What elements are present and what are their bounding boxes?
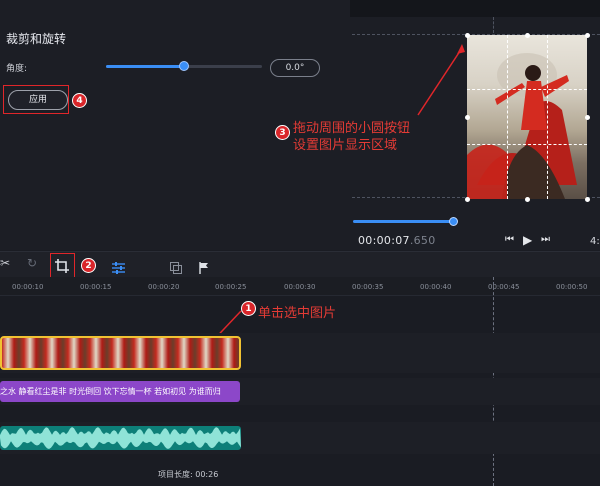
playback-progress[interactable]: [353, 220, 453, 223]
text-clip-label: 之水 静看红尘是非 时光倒回 饮下忘情一杯 若如初见 为谁而归: [0, 387, 221, 396]
adjust-icon[interactable]: [112, 259, 125, 278]
project-length-value: 00:26: [195, 470, 219, 479]
step-badge-2: 2: [81, 258, 96, 273]
step-badge-1: 1: [241, 301, 256, 316]
skip-back-icon[interactable]: ⏮: [505, 234, 514, 245]
ruler-tick: 00:00:10: [12, 283, 44, 291]
timecode-ms: .650: [409, 234, 436, 247]
ruler-tick: 00:00:50: [556, 283, 588, 291]
ruler-tick: 00:00:40: [420, 283, 452, 291]
playback-knob[interactable]: [449, 217, 458, 226]
crop-hint-line2: 设置图片显示区域: [293, 138, 398, 153]
crop-hint-text: 拖动周围的小圆按钮 设置图片显示区域: [293, 120, 410, 154]
audio-clip[interactable]: [0, 426, 241, 450]
redo-icon[interactable]: ↻: [27, 256, 37, 270]
duration-fragment: 4:: [590, 236, 600, 247]
image-clip[interactable]: [0, 336, 241, 370]
play-icon[interactable]: ▶: [523, 233, 532, 247]
ruler-tick: 00:00:15: [80, 283, 112, 291]
select-image-hint: 单击选中图片: [258, 306, 337, 321]
ruler-tick: 00:00:30: [284, 283, 316, 291]
crop-icon[interactable]: [55, 258, 69, 277]
crop-hint-line1: 拖动周围的小圆按钮: [293, 121, 411, 136]
ruler-tick: 00:00:25: [215, 283, 247, 291]
scissors-icon[interactable]: ✂: [0, 256, 10, 270]
ruler-tick: 00:00:35: [352, 283, 384, 291]
timecode-main: 00:00:07: [358, 234, 410, 247]
timecode: 00:00:07.650: [358, 234, 436, 247]
flag-icon[interactable]: [199, 259, 209, 278]
audio-waveform: [0, 427, 241, 449]
project-length: 项目长度: 00:26: [158, 469, 218, 480]
project-length-label: 项目长度:: [158, 470, 193, 479]
ruler-tick: 00:00:20: [148, 283, 180, 291]
overlay-icon[interactable]: [170, 259, 182, 278]
step-badge-3: 3: [275, 125, 290, 140]
skip-forward-icon[interactable]: ⏭: [541, 234, 550, 245]
